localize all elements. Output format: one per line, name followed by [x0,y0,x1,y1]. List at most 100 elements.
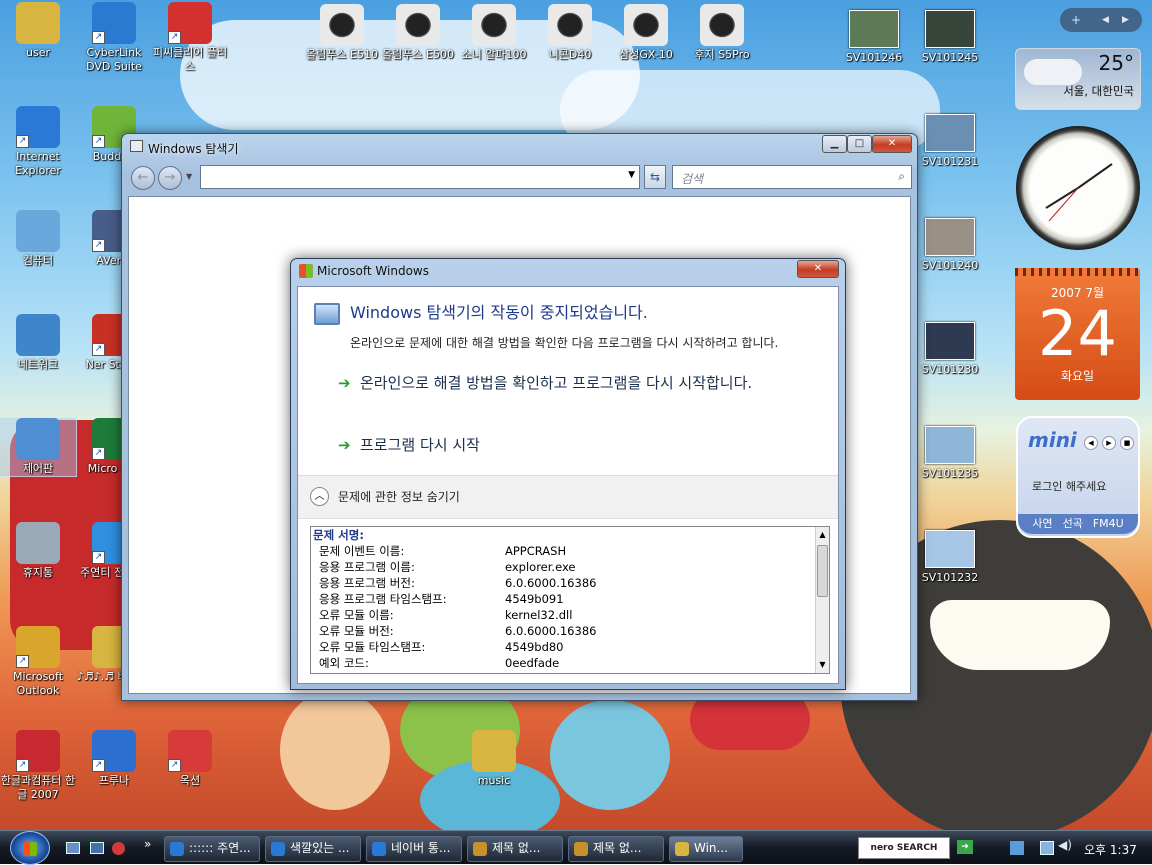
sidebar-controls[interactable]: + ◀ ▶ [1060,8,1142,32]
windows-logo-icon [23,842,37,856]
chevron-up-icon[interactable]: ︿ [310,487,329,506]
ie-icon [372,842,386,856]
scroll-up-arrow-icon[interactable]: ▲ [816,527,829,543]
crash-dialog[interactable]: Microsoft Windows ✕ Windows 탐색기의 작동이 중지되… [290,258,846,690]
dialog-close-button[interactable]: ✕ [797,260,839,278]
desktop-icon-folder[interactable]: user [0,2,76,60]
mini-link[interactable]: FM4U [1093,517,1124,530]
play-icon[interactable]: ▶ [1102,436,1116,450]
desktop-icon-folder[interactable]: music [456,730,532,788]
details-toggle-bar[interactable]: ︿ 문제에 관한 정보 숨기기 [298,475,838,519]
taskbar-button[interactable]: Win... [669,836,743,862]
back-arrow-icon: ← [137,170,149,185]
desktop-icon-ie[interactable]: ↗ Internet Explorer [0,106,76,178]
details-scrollbar[interactable]: ▲ ▼ [815,527,829,673]
desktop-icon-app[interactable]: ↗ 피씨클리어 플러스 [152,2,228,74]
photo-icon[interactable]: SV101240 [912,216,988,273]
switch-windows-icon[interactable] [90,842,104,854]
mini-link[interactable]: 선곡 [1063,517,1083,530]
back-button[interactable]: ← [131,166,155,190]
weather-gadget[interactable]: 25° 서울, 대한민국 [1015,48,1141,110]
camera-icon[interactable]: 올림푸스 E500 [380,4,456,62]
mini-radio-gadget[interactable]: mini ◀ ▶ ■ 로그인 해주세요 사연 선곡 FM4U [1016,416,1140,538]
taskbar-button[interactable]: 네이버 통... [366,836,462,862]
photo-icon[interactable]: SV101245 [912,8,988,65]
desktop-icon-network[interactable]: 네트워크 [0,314,76,372]
desktop-icon-app[interactable]: ↗ CyberLink DVD Suite [76,2,152,74]
detail-key: 응용 프로그램 타임스탬프: [319,592,447,606]
wallpaper-character [280,690,390,810]
taskbar-clock[interactable]: 오후 1:37 [1084,841,1137,858]
detail-row: 응용 프로그램 타임스탬프: 4549b091 [311,591,829,607]
hwp-icon: ↗ [16,730,60,772]
desktop-icon-auction[interactable]: ↗ 옥션 [152,730,228,788]
photo-icon[interactable]: SV101230 [912,320,988,377]
camera-icon[interactable]: 올림푸스 E510 [304,4,380,62]
quicklaunch-overflow-icon[interactable]: » [144,837,151,851]
add-gadget-icon[interactable]: + [1071,8,1081,32]
minimize-button[interactable]: ▁ [822,135,847,153]
camera-icon[interactable]: 삼성GX-10 [608,4,684,62]
app-icon: ↗ [92,2,136,44]
desktop-icon-outlook[interactable]: ↗ Microsoft Outlook [0,626,76,698]
detail-row: 문제 이벤트 이름: APPCRASH [311,543,829,559]
taskbar-button[interactable]: :::::: 주연... [164,836,260,862]
desktop-icon-controlpanel[interactable]: 제어판 [0,417,77,477]
quicklaunch-app-icon[interactable] [112,842,125,855]
next-gadget-icon[interactable]: ▶ [1122,8,1129,32]
prev-gadget-icon[interactable]: ◀ [1102,8,1109,32]
address-dropdown-icon[interactable]: ▼ [628,170,635,180]
taskbar: » :::::: 주연... 색깔있는 ... 네이버 통... 제목 없... 제목 … [0,830,1152,865]
rewind-icon[interactable]: ◀ [1084,436,1098,450]
forward-button[interactable]: → [158,166,182,190]
maximize-button[interactable]: □ [847,135,872,153]
detail-row: 예외 코드: 0eedfade [311,655,829,671]
camera-icon[interactable]: 니콘D40 [532,4,608,62]
start-button[interactable] [10,831,50,865]
photo-icon[interactable]: SV101246 [836,8,912,65]
camera-icon[interactable]: 소니 알파100 [456,4,532,62]
taskbar-button[interactable]: 제목 없... [568,836,664,862]
taskbar-button[interactable]: 색깔있는 ... [265,836,361,862]
folder-icon [472,730,516,772]
taskbar-button[interactable]: 제목 없... [467,836,563,862]
check-online-option[interactable]: ➔ 온라인으로 해결 방법을 확인하고 프로그램을 다시 시작합니다. [338,373,820,394]
desktop-icon-label: Internet Explorer [15,150,61,177]
desktop-icon-hwp[interactable]: ↗ 한글과컴퓨터 한글 2007 [0,730,76,802]
restart-program-option[interactable]: ➔ 프로그램 다시 시작 [338,435,480,456]
tray-app-icon[interactable] [1010,841,1024,855]
history-dropdown-icon[interactable]: ▼ [186,172,192,181]
close-button[interactable]: ✕ [872,135,912,153]
stop-icon[interactable]: ■ [1120,436,1134,450]
clock-gadget[interactable] [1016,126,1140,250]
desktop-icon-computer[interactable]: 컴퓨터 [0,210,76,268]
desktop-icon-recycle[interactable]: 휴지통 [0,522,76,580]
desktop-icon-label: user [26,46,50,59]
problem-details-list[interactable]: 문제 서명: 문제 이벤트 이름: APPCRASH 응용 프로그램 이름: expl… [310,526,830,674]
nero-search-box[interactable]: nero SEARCH [858,837,950,859]
detail-row: 응용 프로그램 이름: explorer.exe [311,559,829,575]
mini-link[interactable]: 사연 [1032,517,1052,530]
details-toggle-label[interactable]: 문제에 관한 정보 숨기기 [338,488,460,505]
weather-location: 서울, 대한민국 [1063,84,1134,98]
network-tray-icon[interactable] [1040,841,1054,855]
scroll-thumb[interactable] [817,545,828,597]
photo-icon[interactable]: SV101232 [912,528,988,585]
refresh-button[interactable]: ⇆ [644,165,666,189]
photo-icon[interactable]: SV101235 [912,424,988,481]
address-bar[interactable]: ▼ [200,165,640,189]
mini-login-text[interactable]: 로그인 해주세요 [1032,478,1106,494]
volume-tray-icon[interactable]: ◀) [1058,838,1072,852]
paint-icon [574,842,588,856]
camera-icon[interactable]: 후지 S5Pro [684,4,760,62]
photo-thumbnail-icon [925,218,975,256]
nero-go-icon[interactable]: ➔ [957,840,973,854]
search-icon[interactable]: ⌕ [898,169,905,184]
show-desktop-icon[interactable] [66,842,80,854]
calendar-gadget[interactable]: 2007 7월 24 화요일 [1015,268,1140,400]
photo-icon-label: SV101240 [921,259,979,272]
photo-icon[interactable]: SV101231 [912,112,988,169]
search-input[interactable]: 검색 ⌕ [672,165,912,189]
desktop-icon-pruna[interactable]: ↗ 프루나 [76,730,152,788]
scroll-down-arrow-icon[interactable]: ▼ [816,657,829,673]
